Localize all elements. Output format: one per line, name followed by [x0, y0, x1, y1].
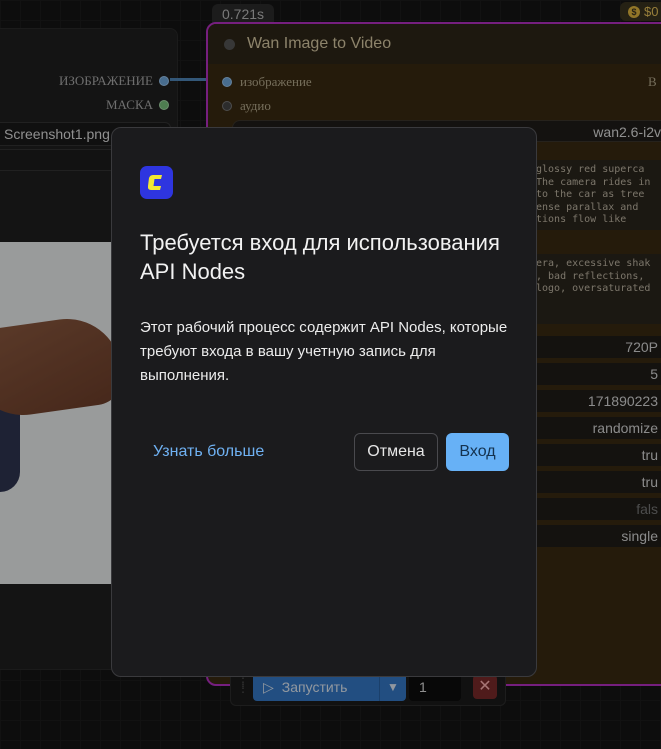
dialog-message: Этот рабочий процесс содержит API Nodes,…: [140, 319, 508, 384]
dialog-title: Требуется вход для использования API Nod…: [140, 230, 500, 284]
login-required-dialog: Требуется вход для использования API Nod…: [111, 127, 537, 677]
comfy-logo-icon: [140, 166, 173, 199]
learn-more-link[interactable]: Узнать больше: [153, 443, 264, 461]
login-button[interactable]: Вход: [446, 433, 509, 471]
cancel-button[interactable]: Отмена: [354, 433, 438, 471]
